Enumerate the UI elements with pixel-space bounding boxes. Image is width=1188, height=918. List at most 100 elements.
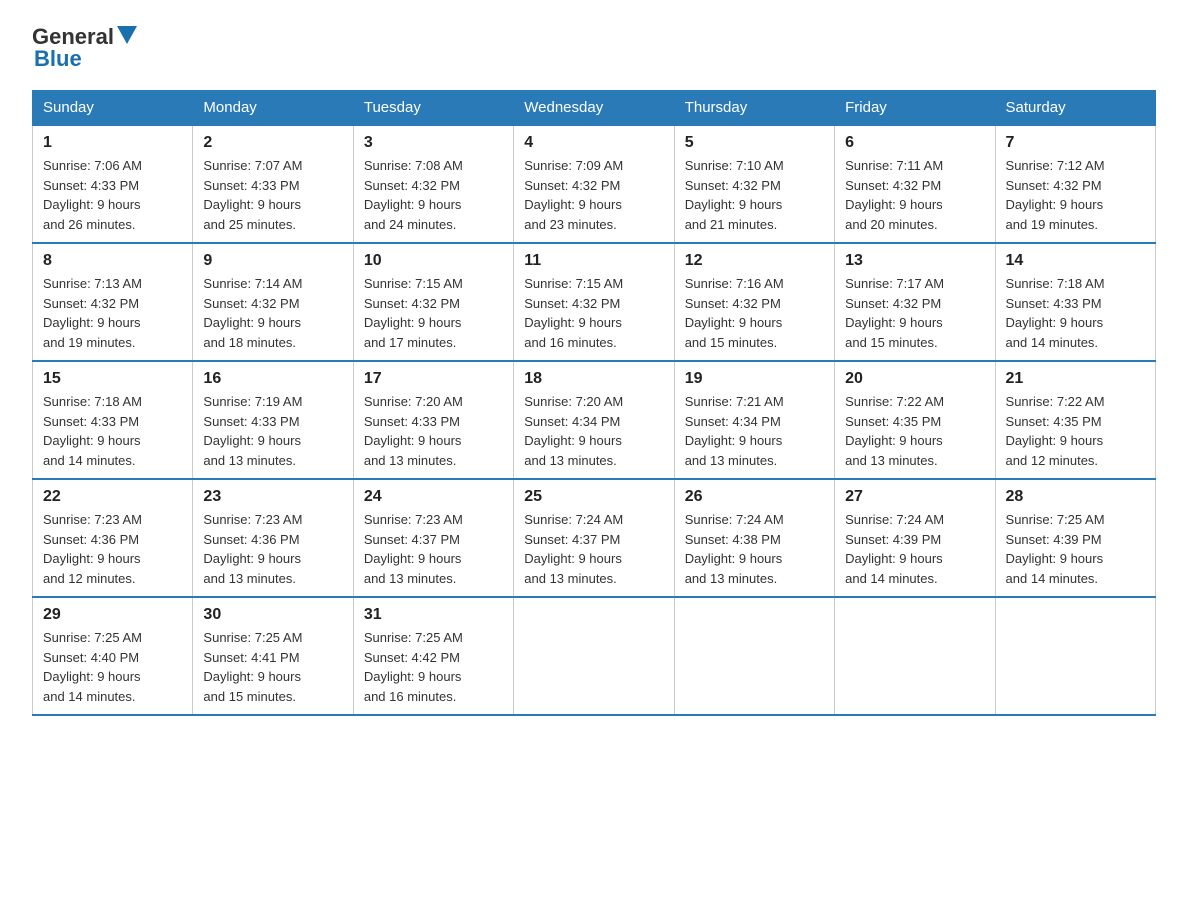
- day-number: 24: [364, 488, 503, 506]
- day-info: Sunrise: 7:09 AMSunset: 4:32 PMDaylight:…: [524, 158, 623, 232]
- calendar-cell: 13 Sunrise: 7:17 AMSunset: 4:32 PMDaylig…: [835, 243, 995, 361]
- day-number: 29: [43, 606, 182, 624]
- day-number: 5: [685, 134, 824, 152]
- day-info: Sunrise: 7:23 AMSunset: 4:36 PMDaylight:…: [203, 512, 302, 586]
- day-info: Sunrise: 7:25 AMSunset: 4:42 PMDaylight:…: [364, 630, 463, 704]
- calendar-cell: [674, 597, 834, 715]
- day-number: 4: [524, 134, 663, 152]
- day-info: Sunrise: 7:08 AMSunset: 4:32 PMDaylight:…: [364, 158, 463, 232]
- calendar-cell: 21 Sunrise: 7:22 AMSunset: 4:35 PMDaylig…: [995, 361, 1155, 479]
- day-number: 19: [685, 370, 824, 388]
- calendar-cell: 3 Sunrise: 7:08 AMSunset: 4:32 PMDayligh…: [353, 125, 513, 243]
- day-number: 23: [203, 488, 342, 506]
- day-number: 14: [1006, 252, 1145, 270]
- day-number: 15: [43, 370, 182, 388]
- day-number: 12: [685, 252, 824, 270]
- day-number: 28: [1006, 488, 1145, 506]
- day-info: Sunrise: 7:11 AMSunset: 4:32 PMDaylight:…: [845, 158, 943, 232]
- calendar-cell: 16 Sunrise: 7:19 AMSunset: 4:33 PMDaylig…: [193, 361, 353, 479]
- day-info: Sunrise: 7:22 AMSunset: 4:35 PMDaylight:…: [1006, 394, 1105, 468]
- column-header-sunday: Sunday: [33, 91, 193, 126]
- day-info: Sunrise: 7:15 AMSunset: 4:32 PMDaylight:…: [364, 276, 463, 350]
- day-info: Sunrise: 7:20 AMSunset: 4:33 PMDaylight:…: [364, 394, 463, 468]
- calendar-cell: [514, 597, 674, 715]
- column-header-friday: Friday: [835, 91, 995, 126]
- column-header-thursday: Thursday: [674, 91, 834, 126]
- day-info: Sunrise: 7:25 AMSunset: 4:40 PMDaylight:…: [43, 630, 142, 704]
- day-number: 8: [43, 252, 182, 270]
- calendar-header-row: SundayMondayTuesdayWednesdayThursdayFrid…: [33, 91, 1156, 126]
- calendar-week-row: 15 Sunrise: 7:18 AMSunset: 4:33 PMDaylig…: [33, 361, 1156, 479]
- calendar-cell: 25 Sunrise: 7:24 AMSunset: 4:37 PMDaylig…: [514, 479, 674, 597]
- day-info: Sunrise: 7:18 AMSunset: 4:33 PMDaylight:…: [1006, 276, 1105, 350]
- calendar-cell: 8 Sunrise: 7:13 AMSunset: 4:32 PMDayligh…: [33, 243, 193, 361]
- day-number: 17: [364, 370, 503, 388]
- day-info: Sunrise: 7:07 AMSunset: 4:33 PMDaylight:…: [203, 158, 302, 232]
- day-number: 3: [364, 134, 503, 152]
- calendar-cell: 11 Sunrise: 7:15 AMSunset: 4:32 PMDaylig…: [514, 243, 674, 361]
- calendar-cell: 6 Sunrise: 7:11 AMSunset: 4:32 PMDayligh…: [835, 125, 995, 243]
- day-info: Sunrise: 7:18 AMSunset: 4:33 PMDaylight:…: [43, 394, 142, 468]
- day-number: 1: [43, 134, 182, 152]
- day-info: Sunrise: 7:15 AMSunset: 4:32 PMDaylight:…: [524, 276, 623, 350]
- calendar-cell: 7 Sunrise: 7:12 AMSunset: 4:32 PMDayligh…: [995, 125, 1155, 243]
- day-number: 18: [524, 370, 663, 388]
- calendar-cell: 31 Sunrise: 7:25 AMSunset: 4:42 PMDaylig…: [353, 597, 513, 715]
- calendar-week-row: 29 Sunrise: 7:25 AMSunset: 4:40 PMDaylig…: [33, 597, 1156, 715]
- day-info: Sunrise: 7:20 AMSunset: 4:34 PMDaylight:…: [524, 394, 623, 468]
- calendar-cell: 28 Sunrise: 7:25 AMSunset: 4:39 PMDaylig…: [995, 479, 1155, 597]
- day-number: 31: [364, 606, 503, 624]
- calendar-cell: 14 Sunrise: 7:18 AMSunset: 4:33 PMDaylig…: [995, 243, 1155, 361]
- day-info: Sunrise: 7:23 AMSunset: 4:36 PMDaylight:…: [43, 512, 142, 586]
- day-number: 30: [203, 606, 342, 624]
- day-info: Sunrise: 7:24 AMSunset: 4:39 PMDaylight:…: [845, 512, 944, 586]
- day-number: 11: [524, 252, 663, 270]
- logo-triangle-icon: [117, 26, 137, 44]
- day-info: Sunrise: 7:14 AMSunset: 4:32 PMDaylight:…: [203, 276, 302, 350]
- calendar-cell: 24 Sunrise: 7:23 AMSunset: 4:37 PMDaylig…: [353, 479, 513, 597]
- calendar-cell: 12 Sunrise: 7:16 AMSunset: 4:32 PMDaylig…: [674, 243, 834, 361]
- calendar-cell: 15 Sunrise: 7:18 AMSunset: 4:33 PMDaylig…: [33, 361, 193, 479]
- day-number: 2: [203, 134, 342, 152]
- day-info: Sunrise: 7:24 AMSunset: 4:38 PMDaylight:…: [685, 512, 784, 586]
- calendar-cell: 17 Sunrise: 7:20 AMSunset: 4:33 PMDaylig…: [353, 361, 513, 479]
- calendar-cell: 30 Sunrise: 7:25 AMSunset: 4:41 PMDaylig…: [193, 597, 353, 715]
- day-number: 22: [43, 488, 182, 506]
- day-info: Sunrise: 7:22 AMSunset: 4:35 PMDaylight:…: [845, 394, 944, 468]
- calendar-cell: 26 Sunrise: 7:24 AMSunset: 4:38 PMDaylig…: [674, 479, 834, 597]
- day-info: Sunrise: 7:25 AMSunset: 4:39 PMDaylight:…: [1006, 512, 1105, 586]
- day-info: Sunrise: 7:23 AMSunset: 4:37 PMDaylight:…: [364, 512, 463, 586]
- calendar-cell: [995, 597, 1155, 715]
- day-info: Sunrise: 7:13 AMSunset: 4:32 PMDaylight:…: [43, 276, 142, 350]
- calendar-cell: 5 Sunrise: 7:10 AMSunset: 4:32 PMDayligh…: [674, 125, 834, 243]
- column-header-tuesday: Tuesday: [353, 91, 513, 126]
- column-header-wednesday: Wednesday: [514, 91, 674, 126]
- day-info: Sunrise: 7:16 AMSunset: 4:32 PMDaylight:…: [685, 276, 784, 350]
- logo: General Blue: [32, 24, 140, 72]
- day-number: 26: [685, 488, 824, 506]
- day-number: 16: [203, 370, 342, 388]
- calendar-cell: 29 Sunrise: 7:25 AMSunset: 4:40 PMDaylig…: [33, 597, 193, 715]
- calendar-cell: 27 Sunrise: 7:24 AMSunset: 4:39 PMDaylig…: [835, 479, 995, 597]
- day-number: 10: [364, 252, 503, 270]
- day-info: Sunrise: 7:21 AMSunset: 4:34 PMDaylight:…: [685, 394, 784, 468]
- calendar-cell: 1 Sunrise: 7:06 AMSunset: 4:33 PMDayligh…: [33, 125, 193, 243]
- day-number: 25: [524, 488, 663, 506]
- day-number: 27: [845, 488, 984, 506]
- calendar-cell: 4 Sunrise: 7:09 AMSunset: 4:32 PMDayligh…: [514, 125, 674, 243]
- day-info: Sunrise: 7:24 AMSunset: 4:37 PMDaylight:…: [524, 512, 623, 586]
- calendar-cell: 20 Sunrise: 7:22 AMSunset: 4:35 PMDaylig…: [835, 361, 995, 479]
- day-info: Sunrise: 7:06 AMSunset: 4:33 PMDaylight:…: [43, 158, 142, 232]
- day-info: Sunrise: 7:17 AMSunset: 4:32 PMDaylight:…: [845, 276, 944, 350]
- page-header: General Blue: [32, 24, 1156, 72]
- day-info: Sunrise: 7:25 AMSunset: 4:41 PMDaylight:…: [203, 630, 302, 704]
- day-number: 21: [1006, 370, 1145, 388]
- day-number: 6: [845, 134, 984, 152]
- day-number: 7: [1006, 134, 1145, 152]
- calendar-cell: 2 Sunrise: 7:07 AMSunset: 4:33 PMDayligh…: [193, 125, 353, 243]
- day-number: 9: [203, 252, 342, 270]
- day-info: Sunrise: 7:10 AMSunset: 4:32 PMDaylight:…: [685, 158, 784, 232]
- day-info: Sunrise: 7:19 AMSunset: 4:33 PMDaylight:…: [203, 394, 302, 468]
- calendar-table: SundayMondayTuesdayWednesdayThursdayFrid…: [32, 90, 1156, 716]
- day-number: 20: [845, 370, 984, 388]
